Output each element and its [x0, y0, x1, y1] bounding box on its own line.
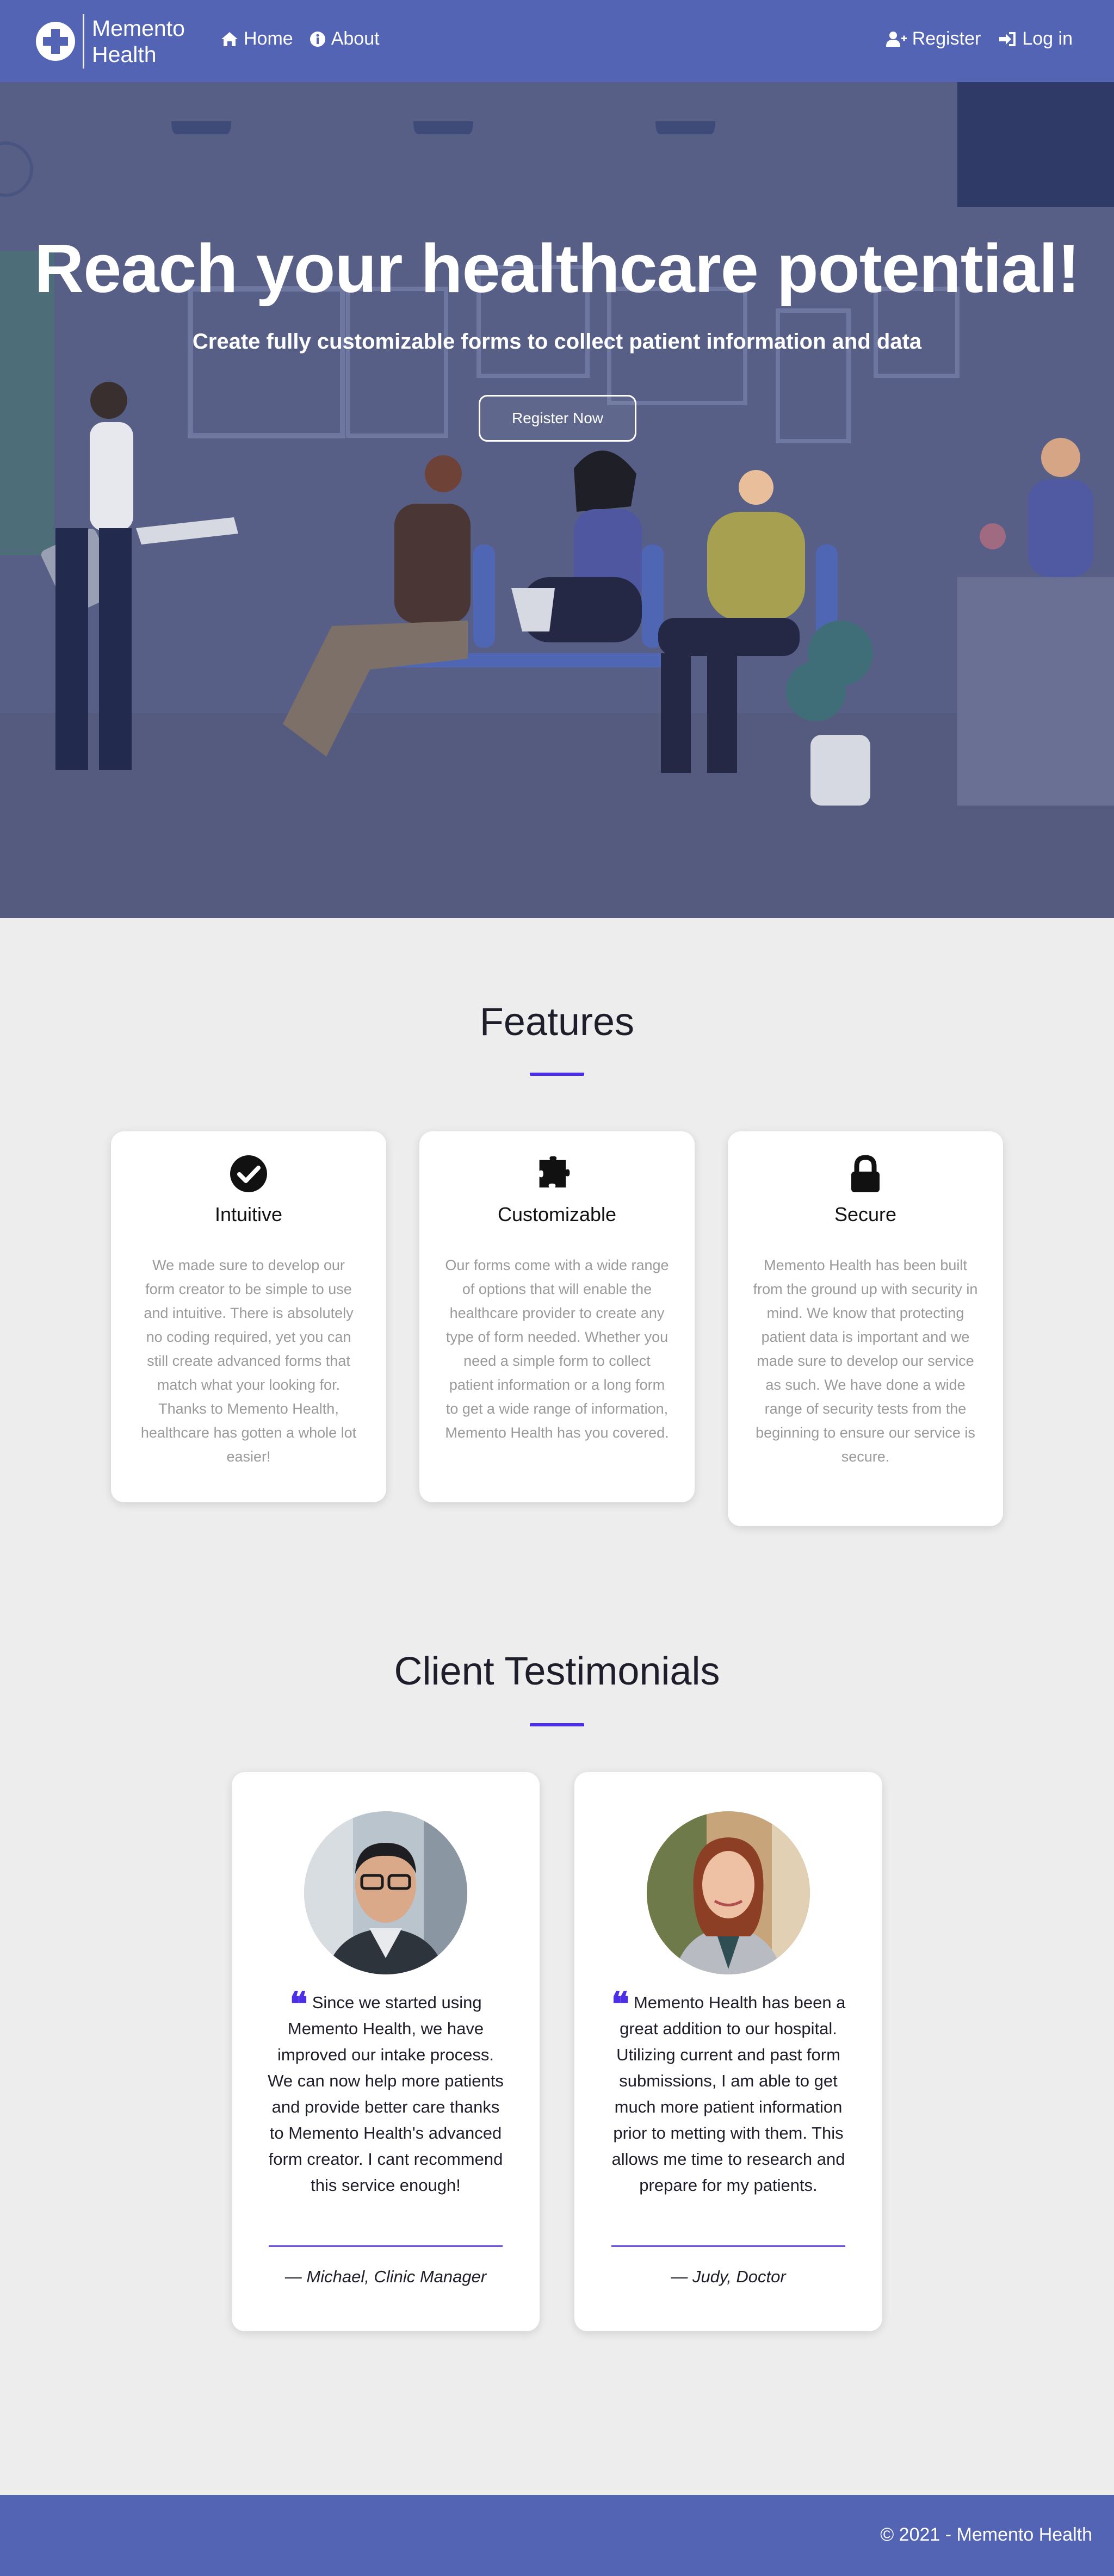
testimonials-underline — [530, 1723, 584, 1726]
feature-card-secure: Secure Memento Health has been built fro… — [728, 1131, 1003, 1526]
feature-description: Memento Health has been built from the g… — [753, 1257, 978, 1465]
testimonials-title: Client Testimonials — [394, 1650, 720, 1693]
nav-register-label: Register — [912, 28, 981, 49]
nav-register-link[interactable]: Register — [886, 28, 981, 49]
nav-right: Register Log in — [886, 28, 1073, 49]
footer-copyright: © 2021 - Memento Health — [880, 2524, 1092, 2545]
testimonial-author: — Judy, Doctor — [671, 2267, 786, 2286]
testimonial-quote-text: Memento Health has been a great addition… — [611, 1993, 846, 2195]
nav-about-label: About — [331, 28, 380, 49]
hero-section: Reach your healthcare potential! Create … — [0, 82, 1114, 918]
nav-home-link[interactable]: Home — [221, 28, 293, 49]
brand-name: Memento Health — [92, 16, 185, 67]
nav-home-label: Home — [244, 28, 293, 49]
nav-left: Home About — [221, 28, 380, 49]
feature-description: Our forms come with a wide range of opti… — [445, 1257, 669, 1441]
feature-name: Intuitive — [214, 1203, 283, 1225]
nav-about-link[interactable]: About — [310, 28, 380, 49]
footer: © 2021 - Memento Health — [0, 2495, 1114, 2576]
features-underline — [530, 1073, 584, 1076]
features-title: Features — [479, 1000, 635, 1044]
nav-login-link[interactable]: Log in — [999, 28, 1073, 49]
avatar — [647, 1811, 810, 1974]
feature-card-customizable: Customizable Our forms come with a wide … — [419, 1131, 695, 1502]
register-now-button[interactable]: Register Now — [479, 395, 636, 442]
testimonial-card-judy: ❝ Memento Health has been a great additio… — [574, 1772, 882, 2331]
testimonial-quote-text: Since we started using Memento Health, w… — [268, 1993, 504, 2195]
testimonial-card-michael: ❝ Since we started using Memento Health, … — [232, 1772, 540, 2331]
nav-login-label: Log in — [1022, 28, 1073, 49]
navbar: Memento Health Home About Register Log i… — [0, 0, 1114, 82]
testimonial-divider — [269, 2245, 503, 2247]
testimonial-quote: ❝ Memento Health has been a great additio… — [607, 1987, 850, 2199]
lock-icon — [846, 1154, 885, 1193]
feature-name: Secure — [834, 1203, 897, 1225]
testimonial-quote: ❝ Since we started using Memento Health, … — [264, 1987, 507, 2199]
feature-card-intuitive: Intuitive We made sure to develop our fo… — [111, 1131, 386, 1502]
medical-cross-logo-icon — [36, 22, 75, 61]
info-icon — [310, 31, 325, 47]
avatar — [304, 1811, 467, 1974]
quote-left-icon: ❝ — [289, 1984, 308, 2024]
home-icon — [221, 32, 238, 46]
hero-title: Reach your healthcare potential! — [34, 230, 1080, 307]
feature-name: Customizable — [497, 1203, 617, 1225]
quote-left-icon: ❝ — [611, 1984, 629, 2024]
user-plus-icon — [886, 31, 907, 47]
puzzle-piece-icon — [537, 1154, 577, 1193]
sign-in-icon — [999, 32, 1016, 46]
testimonial-author: — Michael, Clinic Manager — [284, 2267, 487, 2286]
brand-link[interactable]: Memento Health — [36, 14, 212, 69]
brand-divider — [83, 14, 84, 69]
feature-description: We made sure to develop our form creator… — [140, 1257, 357, 1465]
testimonial-divider — [611, 2245, 845, 2247]
waiting-room-illustration — [0, 82, 1114, 918]
check-circle-icon — [229, 1154, 268, 1193]
hero-subtitle: Create fully customizable forms to colle… — [192, 330, 922, 354]
